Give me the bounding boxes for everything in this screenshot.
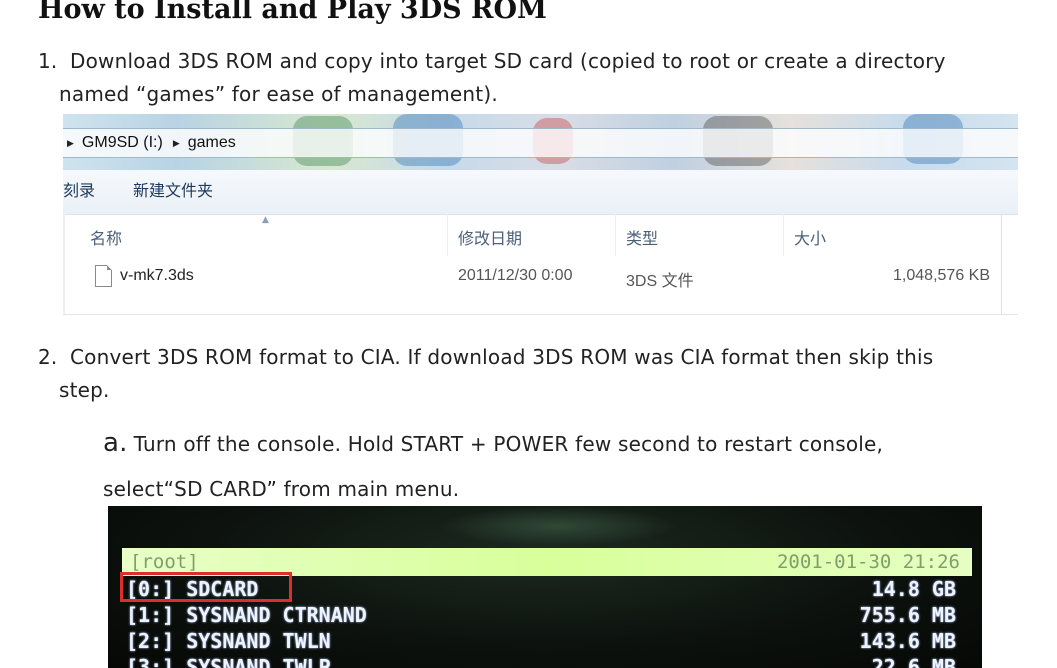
- step-2-text-line2: step.: [59, 378, 110, 402]
- column-size[interactable]: 大小: [794, 225, 826, 249]
- column-modified[interactable]: 修改日期: [458, 225, 522, 249]
- address-field[interactable]: ▶ GM9SD (I:) ▶ games: [63, 128, 1018, 158]
- file-icon: [95, 265, 112, 287]
- column-name[interactable]: 名称: [90, 225, 122, 249]
- console-datetime: 2001-01-30 21:26: [776, 551, 960, 573]
- column-divider[interactable]: [783, 214, 784, 256]
- breadcrumb-folder[interactable]: games: [188, 129, 236, 157]
- step-2-number: 2.: [38, 345, 58, 369]
- file-type: 3DS 文件: [626, 273, 694, 290]
- step-1: 1. Download 3DS ROM and copy into target …: [38, 45, 1048, 111]
- file-name[interactable]: v-mk7.3ds: [120, 267, 194, 285]
- step-1-number: 1.: [38, 49, 58, 73]
- chevron-right-icon: ▶: [67, 138, 74, 148]
- file-modified: 2011/12/30 0:00: [458, 267, 573, 284]
- column-divider[interactable]: [447, 214, 448, 256]
- screen-glare: [438, 506, 678, 546]
- file-size: 1,048,576 KB: [893, 267, 990, 284]
- burn-button[interactable]: 刻录: [63, 170, 95, 214]
- console-entry[interactable]: [2:] SYSNAND TWLN 143.6 MB: [122, 628, 972, 654]
- file-explorer-screenshot: ▶ GM9SD (I:) ▶ games 刻录 新建文件夹 名称 修改日期 类型 大小…: [63, 114, 1018, 315]
- sdcard-highlight-box: [120, 572, 292, 602]
- console-entry-label: [1:] SYSNAND CTRNAND: [126, 603, 367, 627]
- substep-a-letter: a.: [103, 428, 128, 458]
- console-entry-size: 22.6 MB: [871, 655, 956, 668]
- console-entry-size: 755.6 MB: [859, 603, 956, 627]
- step-1-text-line1: Download 3DS ROM and copy into target SD…: [70, 49, 946, 73]
- console-screenshot: [root] 2001-01-30 21:26 [0:] SDCARD 14.8…: [108, 506, 982, 668]
- console-entry-size: 14.8 GB: [871, 577, 956, 601]
- substep-a-line2: select“SD CARD” from main menu.: [103, 477, 460, 501]
- step-2: 2. Convert 3DS ROM format to CIA. If down…: [38, 341, 1048, 407]
- sort-up-icon: ▲: [262, 215, 269, 225]
- console-entry[interactable]: [3:] SYSNAND TWLP 22.6 MB: [122, 654, 972, 668]
- page-title: How to Install and Play 3DS ROM: [38, 0, 547, 25]
- chevron-right-icon: ▶: [172, 138, 180, 148]
- console-entry[interactable]: [1:] SYSNAND CTRNAND 755.6 MB: [122, 602, 972, 628]
- column-headers: 名称 修改日期 类型 大小: [63, 214, 1018, 256]
- substep-a-line1: Turn off the console. Hold START + POWER…: [133, 432, 884, 456]
- column-divider[interactable]: [615, 214, 616, 256]
- console-entry-label: [2:] SYSNAND TWLN: [126, 629, 331, 653]
- substep-a: a. Turn off the console. Hold START + POW…: [103, 428, 883, 458]
- new-folder-button[interactable]: 新建文件夹: [133, 170, 213, 214]
- column-type[interactable]: 类型: [626, 225, 658, 249]
- table-row[interactable]: v-mk7.3ds 2011/12/30 0:00 3DS 文件 1,048,5…: [63, 260, 1018, 294]
- breadcrumb-drive[interactable]: GM9SD (I:): [82, 129, 163, 157]
- step-2-text-line1: Convert 3DS ROM format to CIA. If downlo…: [70, 345, 934, 369]
- step-1-text-line2: named “games” for ease of management).: [59, 82, 498, 106]
- explorer-toolbar: 刻录 新建文件夹: [63, 170, 1018, 215]
- console-entry-label: [3:] SYSNAND TWLP: [126, 655, 331, 668]
- console-entry-size: 143.6 MB: [859, 629, 956, 653]
